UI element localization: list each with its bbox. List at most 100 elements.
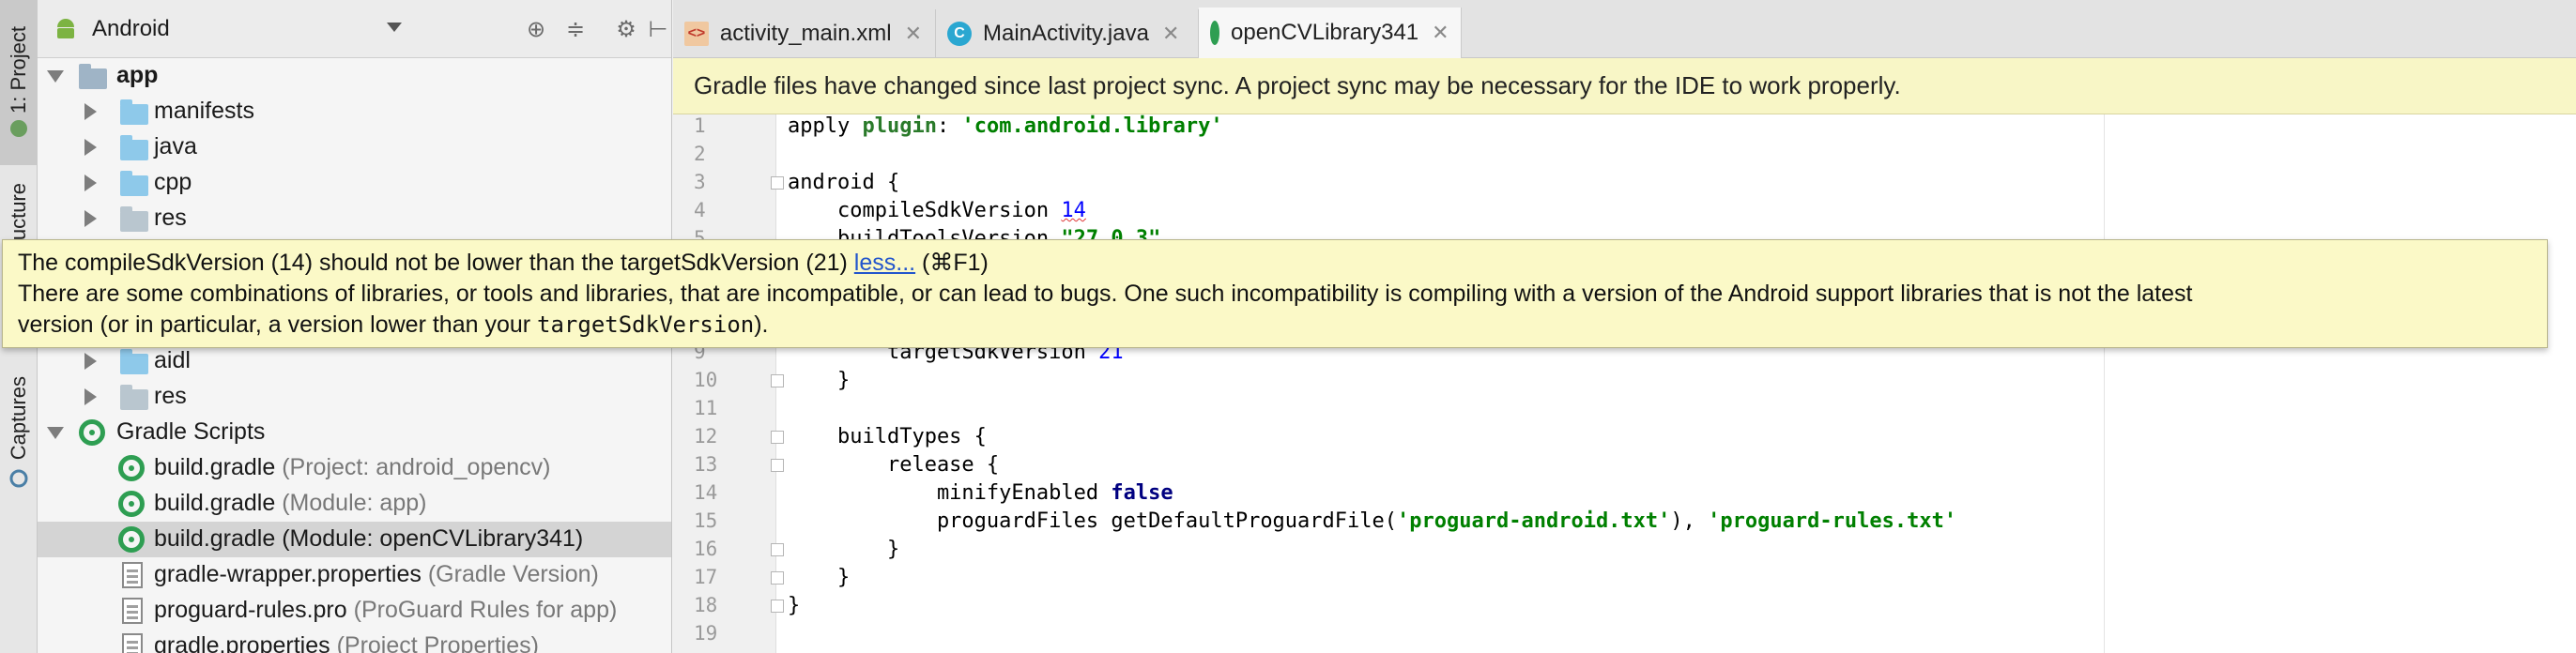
tree-item-gradle-wrapper[interactable]: gradle-wrapper.properties (Gradle Versio…	[38, 557, 671, 593]
tree-item-res[interactable]: res	[38, 201, 671, 236]
tree-item-label: java	[154, 133, 197, 159]
module-folder-icon	[79, 64, 107, 89]
java-class-icon: C	[947, 22, 972, 46]
expand-arrow-icon[interactable]	[84, 353, 97, 370]
tree-item-label: build.gradle	[154, 454, 276, 480]
tree-item-label: res	[154, 383, 187, 409]
code-line: minifyEnabled false	[788, 481, 1173, 505]
lint-warning-tooltip: The compileSdkVersion (14) should not be…	[2, 239, 2548, 348]
resource-folder-icon	[120, 206, 148, 232]
tree-item-aidl[interactable]: aidl	[38, 343, 671, 379]
tree-item-label: aidl	[154, 347, 191, 373]
editor-tab-bar: <> activity_main.xml ✕ C MainActivity.ja…	[673, 0, 2576, 58]
code-line: }	[788, 594, 801, 617]
tree-item-build-gradle-opencv[interactable]: build.gradle (Module: openCVLibrary341)	[38, 522, 671, 557]
fold-marker-icon[interactable]	[771, 176, 784, 190]
collapse-all-icon[interactable]: ≑	[561, 15, 590, 43]
captures-icon	[9, 469, 28, 488]
chevron-down-icon	[387, 23, 402, 32]
tab-label: openCVLibrary341	[1231, 20, 1419, 45]
expand-arrow-icon[interactable]	[84, 103, 97, 120]
tree-item-gradle-scripts[interactable]: Gradle Scripts	[38, 415, 671, 450]
tree-item-hint: (ProGuard Rules for app)	[353, 597, 618, 623]
gradle-icon	[118, 491, 145, 517]
tab-structure-tool-window[interactable]: ucture	[0, 178, 38, 246]
tree-item-build-gradle-project[interactable]: build.gradle (Project: android_opencv)	[38, 450, 671, 486]
project-tab-label: 1: Project	[7, 25, 30, 114]
line-number: 15	[694, 509, 718, 532]
line-number: 12	[694, 425, 718, 448]
tree-item-res[interactable]: res	[38, 379, 671, 415]
tooltip-text: ).	[754, 311, 769, 338]
expand-arrow-icon[interactable]	[47, 70, 64, 83]
tree-item-label: build.gradle	[154, 490, 276, 516]
tree-item-hint: (Module: openCVLibrary341)	[282, 525, 584, 552]
right-margin-guide	[2104, 114, 2105, 653]
tooltip-code: targetSdkVersion	[537, 311, 755, 338]
fold-marker-icon[interactable]	[771, 543, 784, 556]
close-icon[interactable]: ✕	[1432, 21, 1449, 45]
code-token: :	[936, 114, 962, 138]
tab-main-activity-java[interactable]: C MainActivity.java ✕	[936, 9, 1199, 58]
code-token: compileSdkVersion	[788, 199, 1062, 222]
xml-file-icon: <>	[684, 22, 709, 46]
folder-icon	[120, 135, 148, 160]
line-number-gutter: 1 2 3 4 5 9 10 11 12 13 14 15 16 17 18 1…	[673, 114, 784, 653]
code-token: 'proguard-rules.txt'	[1708, 509, 1957, 533]
fold-marker-icon[interactable]	[771, 374, 784, 387]
tree-item-label: proguard-rules.pro	[154, 597, 347, 623]
expand-arrow-icon[interactable]	[84, 175, 97, 191]
less-link[interactable]: less...	[854, 250, 915, 276]
tree-item-label: Gradle Scripts	[116, 418, 266, 445]
structure-tab-label: ucture	[7, 183, 30, 241]
expand-arrow-icon[interactable]	[84, 388, 97, 405]
gradle-sync-notification: Gradle files have changed since last pro…	[673, 58, 2576, 114]
fold-marker-icon[interactable]	[771, 431, 784, 444]
tab-activity-main-xml[interactable]: <> activity_main.xml ✕	[673, 9, 936, 58]
close-icon[interactable]: ✕	[1162, 22, 1179, 46]
code-token: false	[1111, 481, 1173, 505]
code-editor[interactable]: 1 2 3 4 5 9 10 11 12 13 14 15 16 17 18 1…	[673, 114, 2576, 653]
locate-icon[interactable]: ⊕	[522, 15, 550, 43]
code-line: apply plugin: 'com.android.library'	[788, 114, 1223, 138]
line-number: 1	[694, 114, 706, 137]
tree-item-manifests[interactable]: manifests	[38, 94, 671, 129]
fold-marker-icon[interactable]	[771, 571, 784, 585]
tree-item-cpp[interactable]: cpp	[38, 165, 671, 201]
tree-item-java[interactable]: java	[38, 129, 671, 165]
line-number: 11	[694, 397, 718, 419]
fold-marker-icon[interactable]	[771, 600, 784, 613]
hide-panel-icon[interactable]: ⊢	[644, 15, 671, 43]
line-number: 17	[694, 566, 718, 588]
tooltip-text: version (or in particular, a version low…	[18, 311, 538, 338]
code-line: release {	[788, 453, 1000, 477]
tab-opencvlibrary341[interactable]: openCVLibrary341 ✕	[1199, 8, 1462, 58]
code-line: compileSdkVersion 14	[788, 199, 1086, 222]
tab-project-tool-window[interactable]: 1: Project	[0, 0, 38, 165]
tree-item-proguard-rules[interactable]: proguard-rules.pro (ProGuard Rules for a…	[38, 593, 671, 629]
tree-item-app[interactable]: app	[38, 58, 671, 94]
fold-marker-icon[interactable]	[771, 459, 784, 472]
android-icon	[10, 120, 27, 138]
folder-icon	[120, 99, 148, 125]
folder-icon	[120, 171, 148, 196]
properties-file-icon	[122, 562, 143, 588]
expand-arrow-icon[interactable]	[84, 139, 97, 156]
tree-item-gradle-properties[interactable]: gradle.properties (Project Properties)	[38, 629, 671, 653]
project-view-dropdown[interactable]: Android	[53, 9, 428, 49]
code-line: buildTypes {	[788, 425, 987, 448]
tree-item-hint: (Project: android_opencv)	[282, 454, 551, 480]
tree-item-label: app	[116, 62, 159, 88]
tree-item-hint: (Project Properties)	[336, 632, 539, 653]
tree-item-hint: (Gradle Version)	[427, 561, 599, 587]
line-number: 16	[694, 538, 718, 560]
gradle-icon	[79, 419, 105, 446]
tab-captures-tool-window[interactable]: Captures	[0, 362, 38, 503]
close-icon[interactable]: ✕	[905, 22, 922, 46]
code-token: minifyEnabled	[788, 481, 1112, 505]
tree-item-build-gradle-app[interactable]: build.gradle (Module: app)	[38, 486, 671, 522]
expand-arrow-icon[interactable]	[84, 210, 97, 227]
project-panel-header: Android ⊕ ≑ ⚙ ⊢	[38, 0, 671, 58]
gear-icon[interactable]: ⚙	[612, 15, 640, 43]
expand-arrow-icon[interactable]	[47, 427, 64, 439]
